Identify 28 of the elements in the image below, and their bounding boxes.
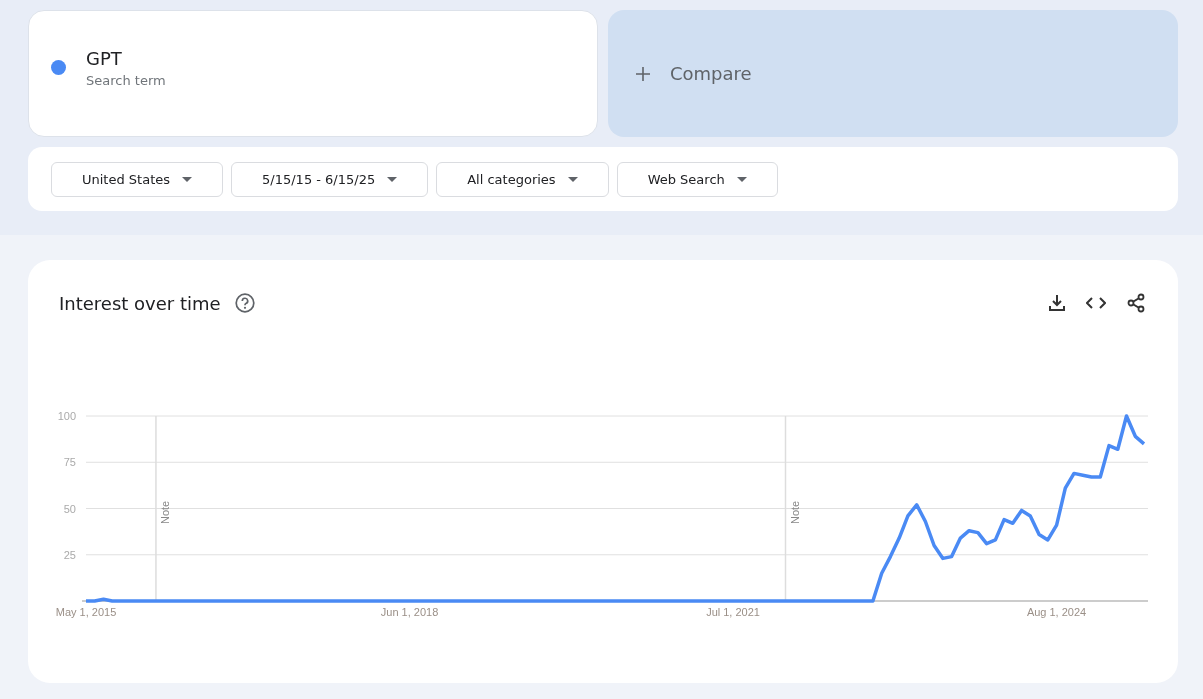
term-name: GPT bbox=[86, 47, 123, 69]
y-axis-label: 50 bbox=[63, 502, 76, 515]
x-axis-label: Jun 1, 2018 bbox=[380, 606, 439, 618]
help-icon[interactable] bbox=[234, 293, 255, 313]
dropdown-caret-icon bbox=[182, 176, 193, 182]
dropdown-caret-icon bbox=[736, 176, 747, 182]
x-axis-label: Jul 1, 2021 bbox=[706, 606, 760, 618]
search-term-card[interactable]: GPT Search term bbox=[28, 10, 598, 137]
plus-icon bbox=[636, 66, 650, 81]
filter-dropdown[interactable]: All categories bbox=[436, 161, 609, 197]
embed-code-icon[interactable] bbox=[1086, 296, 1106, 310]
x-axis-label: May 1, 2015 bbox=[55, 606, 117, 618]
compare-button[interactable]: Compare bbox=[608, 10, 1178, 137]
download-icon[interactable] bbox=[1048, 294, 1066, 312]
filter-dropdown[interactable]: 5/15/15 - 6/15/25 bbox=[231, 161, 429, 197]
chart-title: Interest over time bbox=[59, 292, 221, 314]
y-axis-label: 75 bbox=[63, 456, 76, 469]
y-axis-label: 25 bbox=[63, 548, 76, 561]
dropdown-caret-icon bbox=[567, 176, 578, 182]
filter-dropdown[interactable]: Web Search bbox=[616, 161, 778, 197]
note-marker[interactable]: Note bbox=[788, 500, 801, 524]
share-icon[interactable] bbox=[1126, 293, 1146, 313]
dropdown-caret-icon bbox=[387, 176, 398, 182]
filter-dropdown[interactable]: United States bbox=[51, 161, 224, 197]
x-axis-label: Aug 1, 2024 bbox=[1026, 606, 1087, 618]
y-axis-label: 100 bbox=[57, 410, 76, 422]
note-marker[interactable]: Note bbox=[158, 500, 171, 524]
term-subtitle: Search term bbox=[86, 72, 166, 88]
